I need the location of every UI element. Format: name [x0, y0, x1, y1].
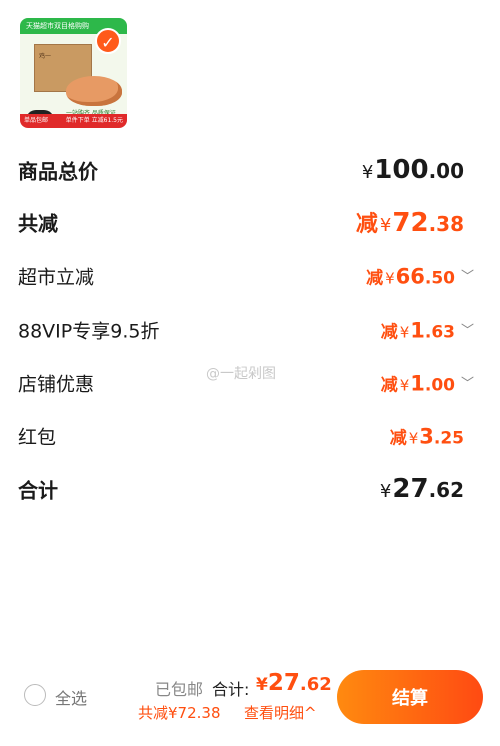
currency-symbol: ¥ [379, 481, 392, 502]
row-label: 88VIP专享9.5折 [18, 320, 160, 343]
vip-discount-value: 减 ¥ 1 .63 ﹀ [381, 318, 474, 343]
total-label: 合计: [212, 680, 250, 699]
price-integer: 100 [374, 155, 429, 185]
row-sum: 合计 ¥ 27 .62 [18, 469, 474, 509]
currency-symbol: ¥ [399, 323, 410, 342]
discount-prefix: 减 [380, 322, 398, 343]
store-discount-value: 减 ¥ 1 .00 ﹀ [381, 371, 474, 396]
row-supermarket-discount[interactable]: 超市立减 减 ¥ 66 .50 ﹀ [18, 256, 474, 296]
row-vip-discount[interactable]: 88VIP专享9.5折 减 ¥ 1 .63 ﹀ [18, 310, 474, 350]
price-decimal: .62 [299, 674, 332, 695]
price-integer: 3 [419, 424, 434, 449]
box-label: 鸡一 [39, 53, 52, 60]
total-discount-value: 减 ¥ 72 .38 [356, 206, 464, 238]
row-red-packet: 红包 减 ¥ 3 .25 [18, 416, 474, 456]
currency-symbol: ¥ [399, 376, 410, 395]
currency-symbol: ¥ [361, 162, 374, 183]
row-label: 红包 [18, 426, 57, 449]
checkout-bar: 全选 已包邮 合计: ¥27.62 共减¥72.38 查看明细^ 结算 [0, 666, 500, 746]
watermark: @一起剁图 [206, 366, 276, 382]
discount-prefix: 减 [380, 375, 398, 396]
price-decimal: .50 [424, 268, 455, 289]
selected-check-icon[interactable]: ✓ [95, 28, 121, 54]
free-shipping-label: 已包邮 [155, 680, 204, 699]
row-label: 超市立减 [18, 266, 95, 289]
price-integer: 1 [410, 371, 425, 396]
total-value: ¥27.62 [256, 670, 332, 696]
red-packet-value: 减 ¥ 3 .25 [390, 424, 464, 449]
price-decimal: .62 [428, 478, 464, 502]
currency-symbol: ¥ [379, 215, 392, 236]
savings-summary: 共减¥72.38 [138, 704, 221, 722]
price-decimal: .00 [428, 159, 464, 183]
row-total-discount: 共减 减 ¥ 72 .38 [18, 202, 474, 242]
currency-symbol: ¥ [408, 429, 419, 448]
view-details-link[interactable]: 查看明细^ [244, 702, 317, 723]
row-label: 店铺优惠 [18, 373, 95, 396]
total-goods-price: ¥ 100 .00 [362, 155, 464, 185]
row-label: 合计 [18, 478, 58, 503]
price-decimal: .00 [424, 375, 455, 396]
discount-prefix: 减 [389, 428, 407, 449]
chevron-down-icon[interactable]: ﹀ [461, 373, 474, 392]
row-label: 共减 [18, 211, 58, 236]
price-decimal: .25 [433, 428, 464, 449]
currency-symbol: ¥ [385, 269, 395, 288]
promo-strip-left: 单品包邮 [24, 117, 49, 124]
price-integer: 1 [410, 318, 425, 343]
price-integer: 27 [392, 474, 429, 504]
price-decimal: .63 [424, 322, 455, 343]
row-label: 商品总价 [18, 159, 98, 184]
currency-symbol: ¥ [256, 675, 268, 695]
price-integer: 72 [392, 208, 429, 238]
row-total-goods: 商品总价 ¥ 100 .00 [18, 150, 474, 190]
select-all-radio[interactable] [24, 684, 46, 706]
promo-strip: 单品包邮 单件下单 立减61.5元 [20, 114, 127, 128]
price-integer: 66 [395, 264, 425, 289]
supermarket-discount-value: 减 ¥ 66 .50 ﹀ [366, 264, 474, 289]
discount-prefix: 减 [355, 212, 378, 237]
select-all-label[interactable]: 全选 [55, 685, 87, 709]
price-decimal: .38 [428, 212, 464, 236]
product-thumbnail[interactable]: 天猫超市双目格购购 鸡一 一站购齐 品质保证 单品包邮 单件下单 立减61.5元… [20, 18, 127, 128]
discount-prefix: 减 [366, 268, 384, 289]
price-integer: 27 [267, 670, 300, 696]
checkout-button[interactable]: 结算 [337, 670, 483, 724]
sum-value: ¥ 27 .62 [380, 474, 464, 504]
eggs-image [66, 76, 122, 106]
promo-strip-right: 单件下单 立减61.5元 [65, 117, 123, 124]
chevron-down-icon[interactable]: ﹀ [461, 320, 474, 339]
chevron-down-icon[interactable]: ﹀ [461, 266, 474, 285]
